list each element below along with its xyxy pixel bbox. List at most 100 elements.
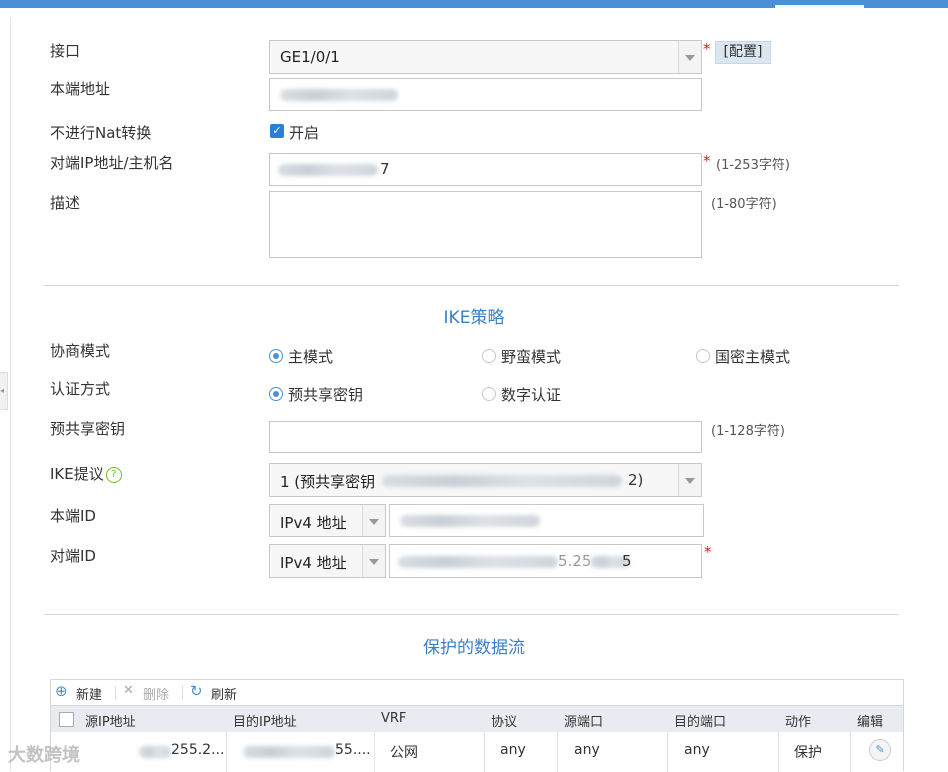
dropdown-arrow[interactable] [678, 41, 701, 73]
redacted-value [400, 515, 540, 527]
dropdown-arrow[interactable] [362, 505, 385, 536]
col-edit: 编辑 [857, 715, 884, 730]
dropdown-arrow[interactable] [362, 545, 385, 577]
description-hint: (1-80字符) [711, 197, 777, 212]
redacted-value [280, 89, 398, 101]
delete-x-icon: ✕ [123, 683, 134, 698]
chevron-down-icon [369, 559, 379, 565]
config-button[interactable]: [配置] [715, 41, 771, 64]
pencil-icon[interactable]: ✎ [869, 739, 891, 761]
negotiation-mode-label: 协商模式 [50, 342, 111, 360]
cell-divider [850, 732, 851, 772]
delete-button[interactable]: 删除 [143, 684, 169, 703]
select-all-checkbox[interactable] [59, 712, 74, 727]
refresh-button[interactable]: 刷新 [211, 684, 237, 703]
no-nat-checkbox-label: 开启 [289, 124, 320, 142]
redacted-value [139, 746, 171, 758]
collapse-handle[interactable]: ◂ [0, 372, 8, 410]
col-protocol[interactable]: 协议 [491, 711, 517, 730]
chevron-down-icon [685, 55, 695, 61]
peer-id-label: 对端ID [50, 547, 96, 565]
radio-psk[interactable] [269, 387, 283, 401]
required-mark: * [703, 40, 711, 58]
psk-hint: (1-128字符) [711, 424, 785, 439]
dropdown-arrow[interactable] [678, 464, 701, 496]
cell-dst-port: any [684, 742, 710, 758]
cell-vrf: 公网 [390, 745, 418, 761]
required-mark: * [704, 543, 712, 561]
radio-aggressive-mode[interactable] [482, 349, 496, 363]
col-src-port[interactable]: 源端口 [564, 711, 603, 730]
local-address-label: 本端地址 [50, 80, 111, 98]
cell-protocol: any [500, 742, 526, 758]
col-src-ip[interactable]: 源IP地址 [85, 711, 136, 730]
col-action[interactable]: 动作 [785, 711, 811, 730]
radio-certificate[interactable] [482, 387, 496, 401]
peer-address-value-tail: 7 [380, 160, 390, 178]
cell-divider [778, 732, 779, 772]
protected-flows-grid: ⊕ 新建 ✕ 删除 ↻ 刷新 源IP地址 目的IP地址 VRF 协议 源端口 目… [50, 679, 904, 772]
active-tab-indicator [775, 5, 864, 8]
no-nat-checkbox[interactable]: ✓ [270, 124, 284, 138]
toolbar-separator [115, 686, 116, 700]
ike-proposal-label-text: IKE提议 [50, 465, 104, 483]
aggressive-mode-label: 野蛮模式 [501, 348, 562, 366]
chevron-down-icon [685, 478, 695, 484]
interface-select[interactable]: GE1/0/1 [269, 40, 702, 74]
cell-divider [557, 732, 558, 772]
peer-id-type-select[interactable]: IPv4 地址 [269, 544, 386, 578]
col-dst-port[interactable]: 目的端口 [674, 711, 726, 730]
cell-src-ip: 255.2... [171, 742, 225, 758]
col-vrf[interactable]: VRF [381, 711, 406, 726]
ike-section-title: IKE策略 [443, 308, 505, 328]
psk-option-label: 预共享密钥 [288, 386, 364, 404]
radio-main-mode[interactable] [269, 349, 283, 363]
col-dst-ip[interactable]: 目的IP地址 [233, 711, 297, 730]
cell-divider [374, 732, 375, 772]
chevron-down-icon [369, 518, 379, 525]
local-id-label: 本端ID [50, 507, 96, 525]
peer-address-label: 对端IP地址/主机名 [50, 154, 174, 172]
grid-header: 源IP地址 目的IP地址 VRF 协议 源端口 目的端口 动作 编辑 [51, 705, 903, 733]
cell-divider [667, 732, 668, 772]
cell-dst-ip: 55.... [335, 742, 371, 758]
radio-sm-main-mode[interactable] [696, 349, 710, 363]
certificate-option-label: 数字认证 [501, 386, 562, 404]
redacted-value [382, 475, 622, 487]
peer-address-hint: (1-253字符) [716, 158, 790, 173]
help-icon[interactable]: ? [105, 466, 122, 483]
cell-src-port: any [574, 742, 600, 758]
flows-section-title: 保护的数据流 [423, 638, 525, 658]
section-divider [44, 614, 899, 615]
section-divider [44, 285, 899, 286]
grid-toolbar: ⊕ 新建 ✕ 删除 ↻ 刷新 [51, 680, 903, 705]
toolbar-separator [182, 686, 183, 700]
peer-id-type-value: IPv4 地址 [280, 554, 347, 572]
description-textarea[interactable] [269, 191, 702, 258]
ike-proposal-value: 1 (预共享密钥 [280, 473, 376, 491]
table-row[interactable]: 255.2... 55.... 公网 any any any 保护 ✎ [51, 732, 903, 772]
peer-address-input[interactable]: 7 [269, 153, 702, 186]
redacted-value [278, 164, 378, 176]
cell-divider [226, 732, 227, 772]
peer-id-input[interactable]: 5.25 5 [389, 544, 702, 578]
redacted-value [398, 556, 558, 568]
ike-proposal-value-end: 2) [628, 471, 644, 489]
new-button[interactable]: 新建 [76, 684, 102, 703]
cell-action: 保护 [794, 745, 822, 761]
refresh-icon[interactable]: ↻ [190, 682, 203, 700]
peer-id-value-fragment: 5.25 [558, 552, 592, 570]
peer-id-value-end: 5 [622, 552, 632, 570]
redacted-value [243, 746, 335, 758]
local-id-type-select[interactable]: IPv4 地址 [269, 504, 386, 537]
local-id-input[interactable] [389, 504, 704, 537]
plus-icon[interactable]: ⊕ [55, 682, 68, 700]
cell-divider [484, 732, 485, 772]
ike-proposal-label: IKE提议? [50, 463, 122, 484]
psk-input[interactable] [269, 421, 702, 453]
required-mark: * [703, 152, 711, 170]
watermark-logo: 大数跨境 [8, 745, 80, 766]
ike-proposal-select[interactable]: 1 (预共享密钥 2) [269, 463, 702, 497]
local-address-input[interactable] [269, 78, 702, 111]
psk-label: 预共享密钥 [50, 420, 126, 438]
